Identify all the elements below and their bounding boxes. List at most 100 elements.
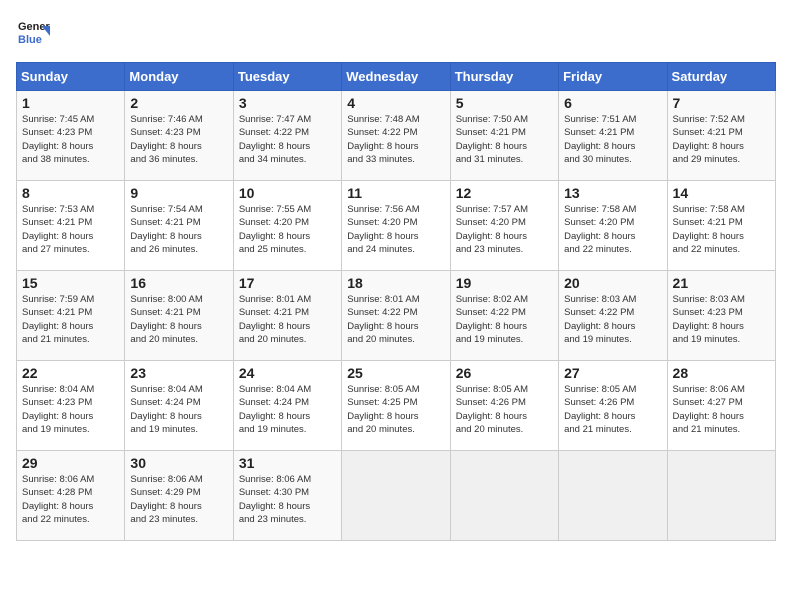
calendar-cell: 24Sunrise: 8:04 AM Sunset: 4:24 PM Dayli…	[233, 361, 341, 451]
day-number: 22	[22, 365, 119, 381]
calendar-cell: 31Sunrise: 8:06 AM Sunset: 4:30 PM Dayli…	[233, 451, 341, 541]
day-header-friday: Friday	[559, 63, 667, 91]
day-number: 11	[347, 185, 444, 201]
cell-content: Sunrise: 8:04 AM Sunset: 4:23 PM Dayligh…	[22, 383, 119, 436]
day-number: 19	[456, 275, 553, 291]
calendar-cell: 20 Sunrise: 8:03 AM Sunset: 4:22 PM Dayli…	[559, 271, 667, 361]
svg-text:Blue: Blue	[18, 34, 42, 46]
cell-content: Sunrise: 8:06 AM Sunset: 4:27 PM Dayligh…	[673, 383, 770, 436]
calendar-cell: 23 Sunrise: 8:04 AM Sunset: 4:24 PM Dayli…	[125, 361, 233, 451]
calendar-cell: 3 Sunrise: 7:47 AM Sunset: 4:22 PM Daylig…	[233, 91, 341, 181]
cell-content: Sunrise: 7:58 AM Sunset: 4:21 PM Dayligh…	[673, 203, 770, 256]
cell-content: Sunrise: 7:46 AM Sunset: 4:23 PM Dayligh…	[130, 113, 227, 166]
calendar-table: SundayMondayTuesdayWednesdayThursdayFrid…	[16, 62, 776, 541]
calendar-cell: 29 Sunrise: 8:06 AM Sunset: 4:28 PM Dayli…	[17, 451, 125, 541]
calendar-cell: 15 Sunrise: 7:59 AM Sunset: 4:21 PM Dayli…	[17, 271, 125, 361]
day-number: 23	[130, 365, 227, 381]
day-number: 5	[456, 95, 553, 111]
cell-content: Sunrise: 7:59 AM Sunset: 4:21 PM Dayligh…	[22, 293, 119, 346]
cell-content: Sunrise: 8:05 AM Sunset: 4:26 PM Dayligh…	[456, 383, 553, 436]
calendar-week-5: 29 Sunrise: 8:06 AM Sunset: 4:28 PM Dayli…	[17, 451, 776, 541]
calendar-cell: 26 Sunrise: 8:05 AM Sunset: 4:26 PM Dayli…	[450, 361, 558, 451]
calendar-cell: 18Sunrise: 8:01 AM Sunset: 4:22 PM Dayli…	[342, 271, 450, 361]
day-number: 25	[347, 365, 444, 381]
cell-content: Sunrise: 7:51 AM Sunset: 4:21 PM Dayligh…	[564, 113, 661, 166]
cell-content: Sunrise: 7:52 AM Sunset: 4:21 PM Dayligh…	[673, 113, 770, 166]
day-number: 7	[673, 95, 770, 111]
cell-content: Sunrise: 7:54 AM Sunset: 4:21 PM Dayligh…	[130, 203, 227, 256]
day-number: 6	[564, 95, 661, 111]
day-number: 2	[130, 95, 227, 111]
day-number: 28	[673, 365, 770, 381]
cell-content: Sunrise: 8:05 AM Sunset: 4:26 PM Dayligh…	[564, 383, 661, 436]
calendar-week-2: 8 Sunrise: 7:53 AM Sunset: 4:21 PM Daylig…	[17, 181, 776, 271]
logo-svg: General Blue	[16, 16, 50, 50]
day-number: 29	[22, 455, 119, 471]
calendar-cell: 14 Sunrise: 7:58 AM Sunset: 4:21 PM Dayli…	[667, 181, 775, 271]
day-header-tuesday: Tuesday	[233, 63, 341, 91]
day-number: 8	[22, 185, 119, 201]
day-number: 17	[239, 275, 336, 291]
day-number: 12	[456, 185, 553, 201]
calendar-cell: 5 Sunrise: 7:50 AM Sunset: 4:21 PM Daylig…	[450, 91, 558, 181]
cell-content: Sunrise: 8:03 AM Sunset: 4:22 PM Dayligh…	[564, 293, 661, 346]
day-number: 16	[130, 275, 227, 291]
calendar-cell: 30 Sunrise: 8:06 AM Sunset: 4:29 PM Dayli…	[125, 451, 233, 541]
calendar-cell: 22 Sunrise: 8:04 AM Sunset: 4:23 PM Dayli…	[17, 361, 125, 451]
cell-content: Sunrise: 7:56 AM Sunset: 4:20 PM Dayligh…	[347, 203, 444, 256]
calendar-week-3: 15 Sunrise: 7:59 AM Sunset: 4:21 PM Dayli…	[17, 271, 776, 361]
cell-content: Sunrise: 8:02 AM Sunset: 4:22 PM Dayligh…	[456, 293, 553, 346]
day-number: 30	[130, 455, 227, 471]
calendar-cell: 28 Sunrise: 8:06 AM Sunset: 4:27 PM Dayli…	[667, 361, 775, 451]
calendar-cell: 8 Sunrise: 7:53 AM Sunset: 4:21 PM Daylig…	[17, 181, 125, 271]
cell-content: Sunrise: 8:03 AM Sunset: 4:23 PM Dayligh…	[673, 293, 770, 346]
page-header: General Blue	[16, 16, 776, 50]
cell-content: Sunrise: 7:55 AM Sunset: 4:20 PM Dayligh…	[239, 203, 336, 256]
day-number: 4	[347, 95, 444, 111]
day-number: 1	[22, 95, 119, 111]
calendar-cell	[667, 451, 775, 541]
cell-content: Sunrise: 8:05 AM Sunset: 4:25 PM Dayligh…	[347, 383, 444, 436]
day-header-saturday: Saturday	[667, 63, 775, 91]
cell-content: Sunrise: 8:06 AM Sunset: 4:30 PM Dayligh…	[239, 473, 336, 526]
day-number: 15	[22, 275, 119, 291]
day-number: 26	[456, 365, 553, 381]
calendar-cell: 17Sunrise: 8:01 AM Sunset: 4:21 PM Dayli…	[233, 271, 341, 361]
cell-content: Sunrise: 8:04 AM Sunset: 4:24 PM Dayligh…	[130, 383, 227, 436]
calendar-cell: 11 Sunrise: 7:56 AM Sunset: 4:20 PM Dayli…	[342, 181, 450, 271]
calendar-cell: 10 Sunrise: 7:55 AM Sunset: 4:20 PM Dayli…	[233, 181, 341, 271]
day-number: 20	[564, 275, 661, 291]
day-number: 21	[673, 275, 770, 291]
day-number: 27	[564, 365, 661, 381]
calendar-cell: 27 Sunrise: 8:05 AM Sunset: 4:26 PM Dayli…	[559, 361, 667, 451]
cell-content: Sunrise: 7:45 AM Sunset: 4:23 PM Dayligh…	[22, 113, 119, 166]
cell-content: Sunrise: 8:06 AM Sunset: 4:28 PM Dayligh…	[22, 473, 119, 526]
calendar-cell: 6 Sunrise: 7:51 AM Sunset: 4:21 PM Daylig…	[559, 91, 667, 181]
logo: General Blue	[16, 16, 50, 50]
cell-content: Sunrise: 7:50 AM Sunset: 4:21 PM Dayligh…	[456, 113, 553, 166]
calendar-cell: 16Sunrise: 8:00 AM Sunset: 4:21 PM Dayli…	[125, 271, 233, 361]
day-number: 13	[564, 185, 661, 201]
cell-content: Sunrise: 8:06 AM Sunset: 4:29 PM Dayligh…	[130, 473, 227, 526]
day-number: 9	[130, 185, 227, 201]
calendar-cell: 12Sunrise: 7:57 AM Sunset: 4:20 PM Dayli…	[450, 181, 558, 271]
day-number: 18	[347, 275, 444, 291]
calendar-cell: 21 Sunrise: 8:03 AM Sunset: 4:23 PM Dayli…	[667, 271, 775, 361]
calendar-cell: 2 Sunrise: 7:46 AM Sunset: 4:23 PM Daylig…	[125, 91, 233, 181]
day-number: 3	[239, 95, 336, 111]
calendar-cell: 7 Sunrise: 7:52 AM Sunset: 4:21 PM Daylig…	[667, 91, 775, 181]
cell-content: Sunrise: 7:48 AM Sunset: 4:22 PM Dayligh…	[347, 113, 444, 166]
calendar-cell: 25 Sunrise: 8:05 AM Sunset: 4:25 PM Dayli…	[342, 361, 450, 451]
day-header-sunday: Sunday	[17, 63, 125, 91]
day-header-thursday: Thursday	[450, 63, 558, 91]
calendar-cell	[559, 451, 667, 541]
calendar-cell	[342, 451, 450, 541]
cell-content: Sunrise: 7:47 AM Sunset: 4:22 PM Dayligh…	[239, 113, 336, 166]
calendar-header: SundayMondayTuesdayWednesdayThursdayFrid…	[17, 63, 776, 91]
cell-content: Sunrise: 7:58 AM Sunset: 4:20 PM Dayligh…	[564, 203, 661, 256]
day-number: 10	[239, 185, 336, 201]
calendar-week-1: 1 Sunrise: 7:45 AM Sunset: 4:23 PM Daylig…	[17, 91, 776, 181]
calendar-cell: 9 Sunrise: 7:54 AM Sunset: 4:21 PM Daylig…	[125, 181, 233, 271]
day-number: 14	[673, 185, 770, 201]
cell-content: Sunrise: 7:53 AM Sunset: 4:21 PM Dayligh…	[22, 203, 119, 256]
